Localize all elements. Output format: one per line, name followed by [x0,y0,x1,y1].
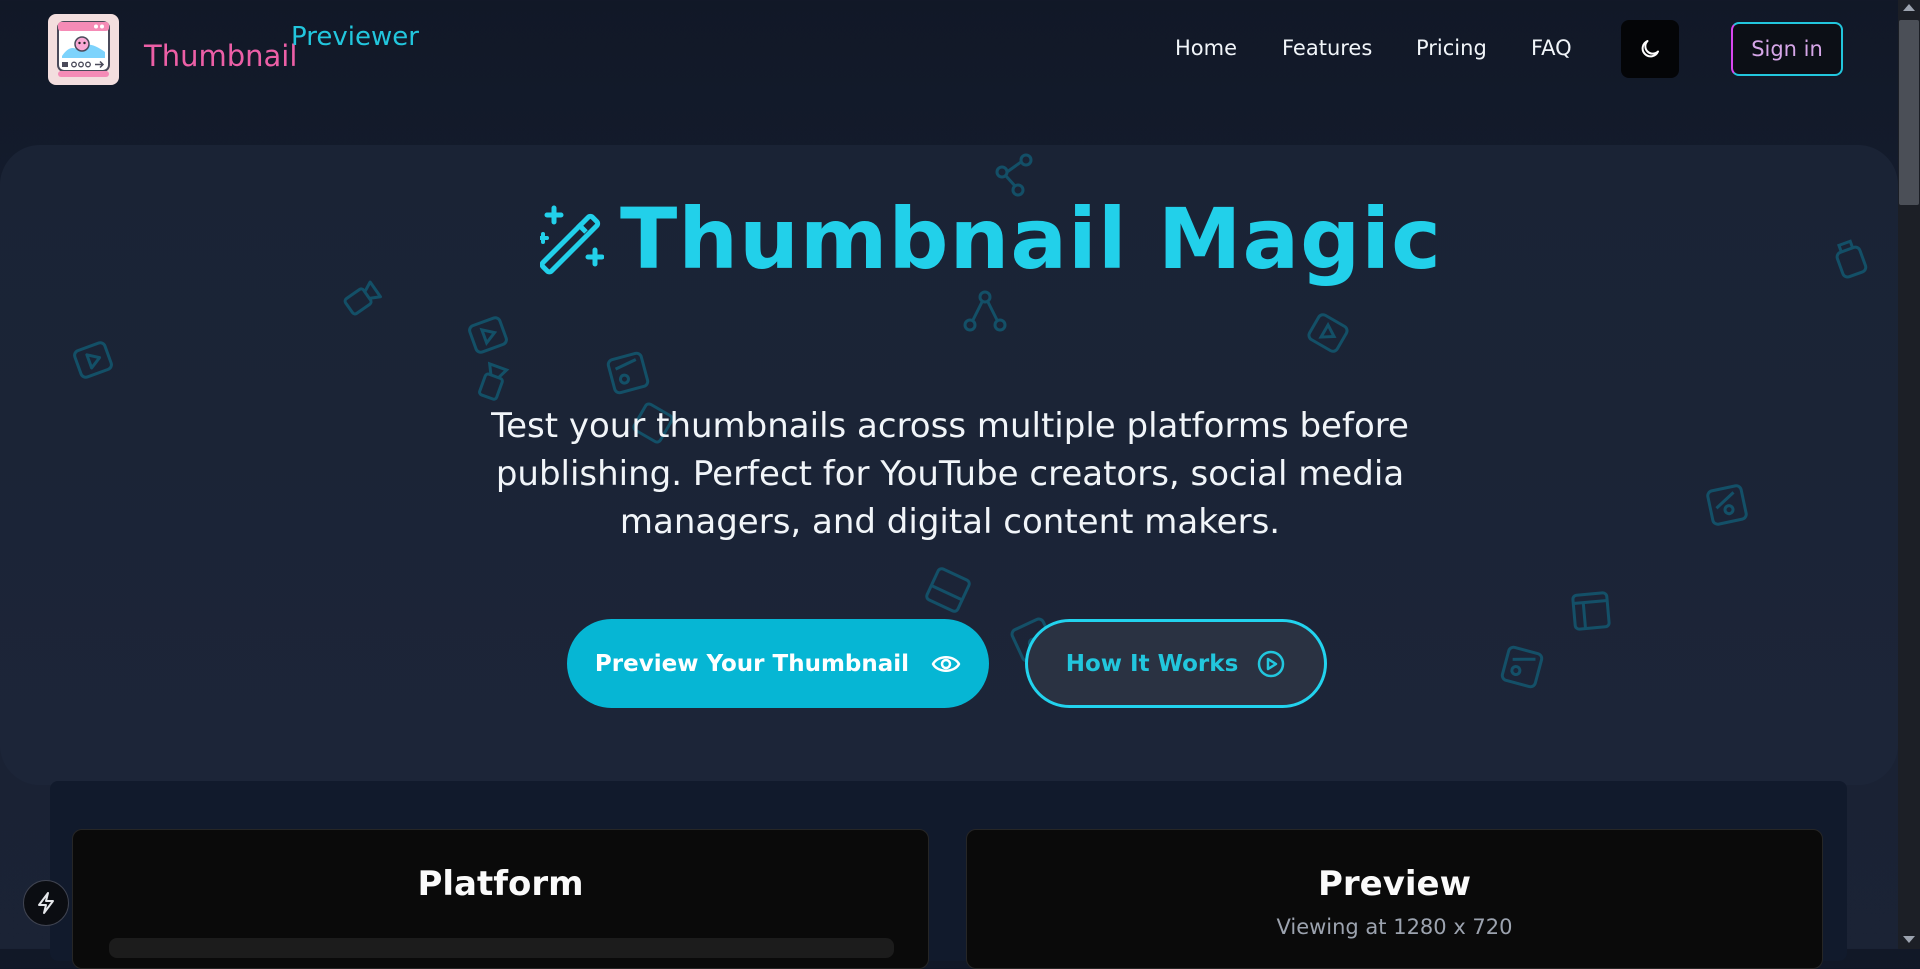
decorative-image-icon [1497,642,1547,692]
top-navbar: Thumbnail Previewer Home Features Pricin… [0,0,1898,100]
scroll-down-arrow-icon[interactable] [1903,936,1915,943]
scrollbar-thumb[interactable] [1899,20,1919,205]
decorative-video-icon [1305,310,1351,356]
how-it-works-button[interactable]: How It Works [1025,619,1327,708]
decorative-layout-icon [923,565,973,615]
preview-title: Preview [1317,864,1472,904]
preview-resolution-text: Viewing at 1280 x 720 [1276,915,1513,939]
moon-icon [1641,40,1659,58]
hero-title-group: Thumbnail Magic [540,190,1441,290]
app-logo[interactable] [48,14,119,85]
nav-faq[interactable]: FAQ [1531,36,1572,60]
hero-subtitle: Test your thumbnails across multiple pla… [491,406,1409,542]
decorative-layout-icon [1566,586,1616,636]
platform-title: Platform [417,864,584,904]
nav-home[interactable]: Home [1175,36,1237,60]
decorative-bag-icon [1828,233,1874,283]
scroll-up-arrow-icon[interactable] [1903,4,1915,11]
theme-toggle-button[interactable] [1621,20,1679,78]
decorative-image-icon [1702,480,1752,530]
decorative-share-icon [960,287,1010,337]
decorative-camera-icon [470,358,516,404]
how-it-works-label: How It Works [1065,650,1239,677]
brand-name[interactable]: Thumbnail Previewer [144,22,434,82]
lightning-icon [38,892,54,914]
nav-features[interactable]: Features [1282,36,1372,60]
nav-pricing[interactable]: Pricing [1416,36,1487,60]
platform-card: Platform [72,829,929,969]
hero-title: Thumbnail Magic [620,190,1442,288]
decorative-video-icon [70,337,116,383]
preview-thumbnail-label: Preview Your Thumbnail [594,650,910,677]
decorative-video-icon [465,312,511,358]
preview-card: Preview Viewing at 1280 x 720 [966,829,1823,969]
sign-in-button[interactable]: Sign in [1731,22,1843,76]
decorative-image-icon [603,348,653,398]
preview-thumbnail-button[interactable]: Preview Your Thumbnail [567,619,989,708]
brand-part-1: Thumbnail [144,39,298,73]
decorative-camera-icon [340,275,386,321]
platform-selector[interactable] [109,938,894,958]
brand-part-2: Previewer [291,22,419,52]
eye-icon [931,655,961,672]
play-circle-icon [1258,650,1285,677]
magic-wand-icon [540,205,604,275]
logo-icon [57,21,110,77]
quick-action-button[interactable] [23,880,69,926]
